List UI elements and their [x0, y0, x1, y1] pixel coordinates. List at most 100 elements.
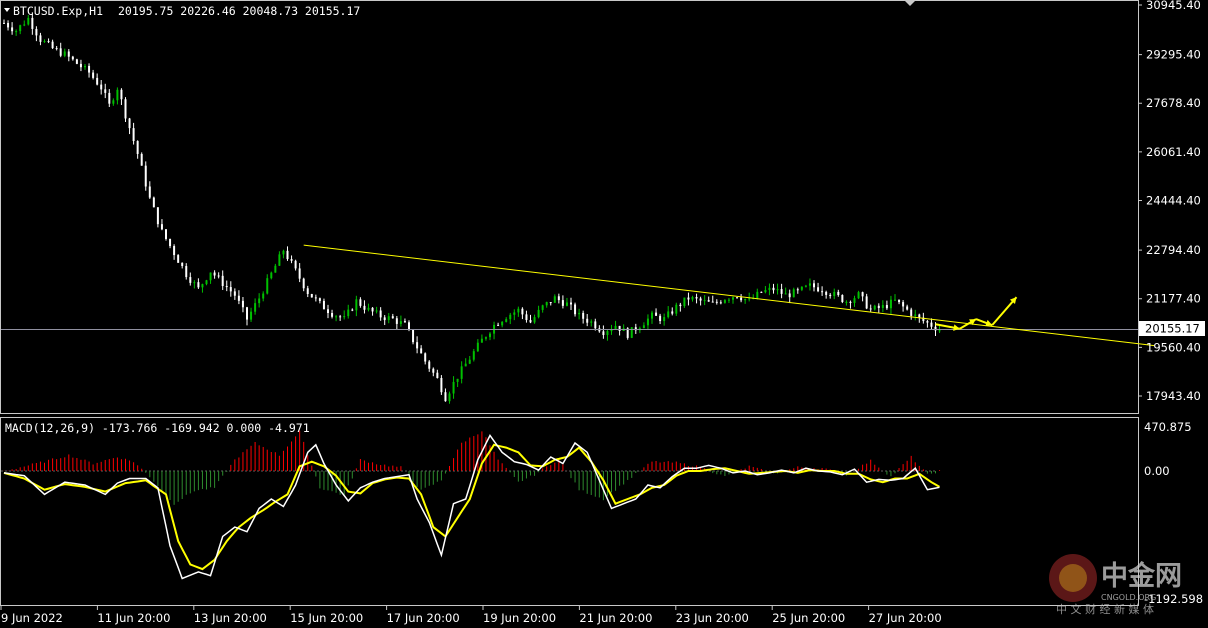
candle-body — [902, 302, 905, 307]
candle-body — [464, 363, 467, 367]
candle-body — [399, 321, 402, 324]
candle-body — [448, 393, 451, 402]
candle-body — [719, 302, 722, 304]
candle-body — [371, 307, 374, 312]
candle-body — [124, 99, 127, 119]
forecast-arrows — [935, 296, 1018, 331]
candle-body — [436, 372, 439, 379]
candle-body — [561, 300, 564, 306]
candle-body — [144, 165, 147, 187]
candle-body — [480, 338, 483, 343]
symbol-dropdown-icon[interactable] — [4, 8, 10, 12]
time-tick-label: 25 Jun 20:00 — [772, 611, 845, 625]
candle-body — [15, 31, 18, 33]
price-tick-label: 29295.40 — [1146, 48, 1201, 62]
candle-body — [525, 314, 528, 321]
candle-body — [132, 128, 135, 142]
candle-body — [582, 312, 585, 319]
time-tick-label: 21 Jun 20:00 — [579, 611, 652, 625]
candle-body — [136, 141, 139, 154]
candle-body — [489, 333, 491, 338]
macd-zero-label: 0.00 — [1144, 464, 1170, 478]
candle-body — [47, 41, 50, 43]
candle-body — [894, 299, 896, 301]
candle-body — [586, 318, 589, 323]
candle-body — [363, 305, 366, 310]
candle-body — [104, 89, 107, 93]
candle-body — [533, 317, 536, 323]
candle-body — [318, 298, 321, 301]
candle-body — [428, 361, 431, 369]
candle-body — [501, 321, 504, 326]
candle-body — [148, 186, 151, 198]
current-price-label: 20155.17 — [1145, 322, 1200, 336]
candle-body — [173, 246, 176, 256]
candle-body — [270, 272, 273, 279]
time-tick-label: 19 Jun 20:00 — [483, 611, 556, 625]
candle-body — [258, 298, 261, 304]
candle-body — [772, 287, 775, 291]
candle-body — [898, 299, 901, 303]
shift-marker-icon[interactable] — [904, 0, 916, 6]
time-tick-label: 27 Jun 20:00 — [869, 611, 942, 625]
candle-body — [594, 321, 597, 329]
candle-body — [88, 65, 91, 73]
candle-body — [217, 275, 220, 277]
candle-body — [926, 321, 929, 323]
candle-body — [387, 316, 390, 321]
candle-body — [776, 289, 779, 291]
price-tick-label: 24444.40 — [1146, 194, 1201, 208]
candle-body — [829, 294, 832, 297]
candle-body — [837, 291, 840, 296]
candle-body — [857, 292, 860, 299]
watermark-tagline: 中 文 财 经 新 媒 体 — [1056, 602, 1154, 616]
candle-body — [557, 296, 560, 301]
candle-body — [55, 48, 58, 50]
candle-body — [549, 302, 552, 304]
candle-body — [796, 289, 799, 291]
candle-body — [75, 59, 78, 64]
candle-body — [160, 224, 163, 230]
macd-signal-line — [3, 443, 941, 571]
candle-body — [553, 296, 556, 303]
candle-body — [335, 316, 338, 318]
candle-body — [460, 366, 463, 379]
candle-body — [630, 327, 633, 338]
candle-body — [849, 301, 852, 303]
candle-body — [545, 302, 548, 306]
candle-body — [444, 392, 447, 402]
trendline[interactable] — [303, 244, 1155, 347]
candle-body — [424, 353, 427, 362]
candle-body — [740, 297, 743, 301]
candle-body — [565, 302, 568, 306]
candle-body — [339, 316, 342, 318]
candle-body — [286, 250, 289, 260]
candle-body — [23, 24, 26, 26]
candle-body — [84, 65, 86, 68]
candle-body — [306, 288, 309, 295]
candle-body — [817, 287, 820, 292]
candle-body — [100, 84, 103, 90]
candle-body — [221, 275, 224, 286]
candle-body — [237, 295, 240, 301]
candle-body — [784, 293, 787, 295]
candle-body — [379, 310, 382, 318]
chart-svg[interactable]: 30945.40 29295.40 27678.40 26061.40 24444.40… — [0, 0, 1208, 628]
candle-body — [468, 359, 471, 364]
watermark: 中金网 CNGOLD.ORG 中 文 财 经 新 媒 体 — [1049, 554, 1182, 616]
candle-body — [274, 265, 277, 273]
candle-body — [43, 41, 46, 43]
candle-body — [108, 92, 111, 104]
price-axis: 30945.40 29295.40 27678.40 26061.40 24444.40… — [1138, 0, 1201, 403]
candle-body — [715, 301, 718, 303]
candle-body — [663, 317, 666, 322]
candle-body — [169, 238, 172, 247]
candle-body — [711, 301, 714, 303]
candle-body — [792, 289, 795, 298]
candle-body — [355, 299, 358, 311]
candle-body — [92, 72, 95, 78]
candle-body — [804, 285, 807, 287]
candle-body — [456, 378, 459, 382]
candle-body — [529, 320, 532, 323]
candle-body — [233, 291, 236, 296]
